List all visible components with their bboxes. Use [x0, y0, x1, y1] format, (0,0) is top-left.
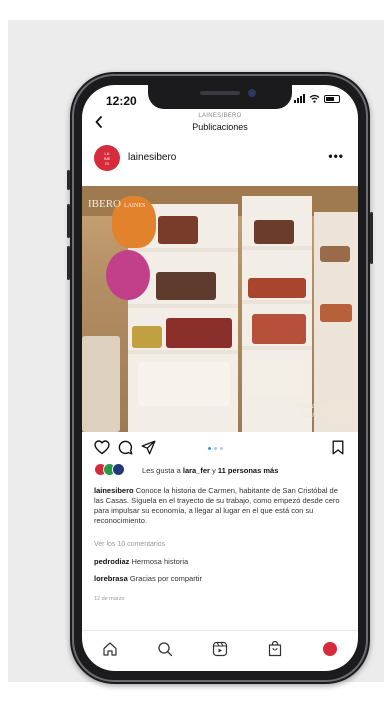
- top-header: LAINESIBERO Publicaciones: [82, 111, 358, 137]
- shelf-board: [128, 248, 238, 252]
- post-username[interactable]: lainesibero: [128, 152, 176, 163]
- header-account: LAINESIBERO: [198, 113, 242, 119]
- tab-profile[interactable]: [320, 639, 340, 659]
- speaker: [200, 91, 240, 95]
- tab-shop[interactable]: [265, 639, 285, 659]
- likes-row: Les gusta a lara_fer y 11 personas más: [94, 463, 350, 479]
- tab-search[interactable]: [155, 639, 175, 659]
- avatar-text-3: IS: [105, 160, 109, 166]
- heart-icon[interactable]: [94, 440, 110, 455]
- watermark-sub: LAINES: [124, 203, 146, 209]
- shelf-board: [128, 350, 238, 354]
- action-icons: [94, 440, 156, 455]
- volume-down-button: [67, 246, 70, 280]
- background-canvas: 12:20 LAINESIBERO Publicaciones LA INE I…: [8, 20, 384, 684]
- battery-icon: [324, 94, 340, 103]
- craft-item: [166, 318, 232, 348]
- shop-icon: [269, 641, 282, 657]
- comment-icon[interactable]: [118, 440, 133, 455]
- likes-others[interactable]: 11 personas más: [218, 466, 278, 475]
- shelf-right: [314, 212, 358, 432]
- comment-user[interactable]: pedrodiaz: [94, 557, 129, 566]
- shelf-board: [242, 300, 312, 304]
- carousel-dot: [220, 447, 223, 450]
- shelf-board: [128, 304, 238, 308]
- textile-stack: [82, 336, 120, 432]
- signal-icon: [294, 94, 305, 103]
- carousel-dot: [208, 447, 211, 450]
- search-icon: [158, 642, 172, 657]
- description-user[interactable]: lainesibero: [94, 486, 134, 495]
- post-actions: [82, 438, 358, 458]
- post-description: lainesibero Conoce la historia de Carmen…: [94, 486, 346, 526]
- image-watermark: IBERO LAINES: [88, 198, 145, 210]
- mute-switch: [67, 170, 70, 190]
- craft-item: [320, 246, 350, 262]
- pink-skull: [106, 250, 150, 300]
- notch: [148, 85, 292, 109]
- likes-user[interactable]: lara_fer: [183, 466, 210, 475]
- caption-line-2: Carmen Suárez: [300, 412, 350, 419]
- tab-home[interactable]: [100, 639, 120, 659]
- image-caption: Tienda familiar de Carmen Suárez: [294, 402, 350, 420]
- watermark-brand: IBERO: [88, 198, 121, 210]
- status-time: 12:20: [106, 94, 137, 108]
- likes-mid: y: [209, 466, 218, 475]
- caption-line-1: Tienda familiar de: [294, 403, 350, 410]
- home-icon: [102, 642, 117, 656]
- craft-item: [320, 304, 352, 322]
- wifi-icon: [309, 94, 320, 103]
- phone-frame: 12:20 LAINESIBERO Publicaciones LA INE I…: [67, 72, 373, 684]
- volume-up-button: [67, 204, 70, 238]
- page-title: Publicaciones: [192, 122, 248, 132]
- craft-item: [252, 314, 306, 344]
- front-camera: [248, 89, 256, 97]
- craft-item: [248, 278, 306, 298]
- carousel-dot: [214, 447, 217, 450]
- avatar[interactable]: LA INE IS: [94, 145, 120, 171]
- post-date: 12 de marzo: [94, 596, 125, 602]
- shelf-board: [242, 346, 312, 350]
- carousel-indicator: [208, 447, 223, 450]
- phone-screen: 12:20 LAINESIBERO Publicaciones LA INE I…: [82, 85, 358, 671]
- liker-avatar: [112, 463, 125, 476]
- textile-stack: [246, 360, 306, 396]
- tab-reels[interactable]: [210, 639, 230, 659]
- share-icon[interactable]: [141, 440, 156, 455]
- reels-icon: [212, 641, 228, 657]
- craft-item: [158, 216, 198, 244]
- craft-item: [156, 272, 216, 300]
- bottom-tabbar: [82, 630, 358, 671]
- view-comments-link[interactable]: Ver los 10 comentarios: [94, 541, 165, 548]
- comment-item: lorebrasa Gracias por compartir: [94, 574, 202, 583]
- comment-item: pedrodiaz Hermosa historia: [94, 557, 188, 566]
- post-header: LA INE IS lainesibero •••: [82, 143, 358, 173]
- likes-text[interactable]: Les gusta a lara_fer y 11 personas más: [142, 466, 278, 475]
- comment-text: Hermosa historia: [129, 557, 189, 566]
- power-button: [370, 212, 373, 264]
- comment-user[interactable]: lorebrasa: [94, 574, 128, 583]
- post-image[interactable]: IBERO LAINES Tienda familiar de Carmen Su…: [82, 186, 358, 432]
- craft-item: [254, 220, 294, 244]
- textile-stack: [138, 362, 230, 406]
- status-icons: [294, 94, 340, 103]
- shelf-board: [242, 246, 312, 250]
- likes-prefix: Les gusta a: [142, 466, 183, 475]
- profile-avatar: [323, 642, 338, 656]
- more-options-icon[interactable]: •••: [328, 149, 344, 163]
- craft-item: [132, 326, 162, 348]
- bookmark-icon[interactable]: [332, 440, 344, 455]
- comment-text: Gracias por compartir: [127, 574, 202, 583]
